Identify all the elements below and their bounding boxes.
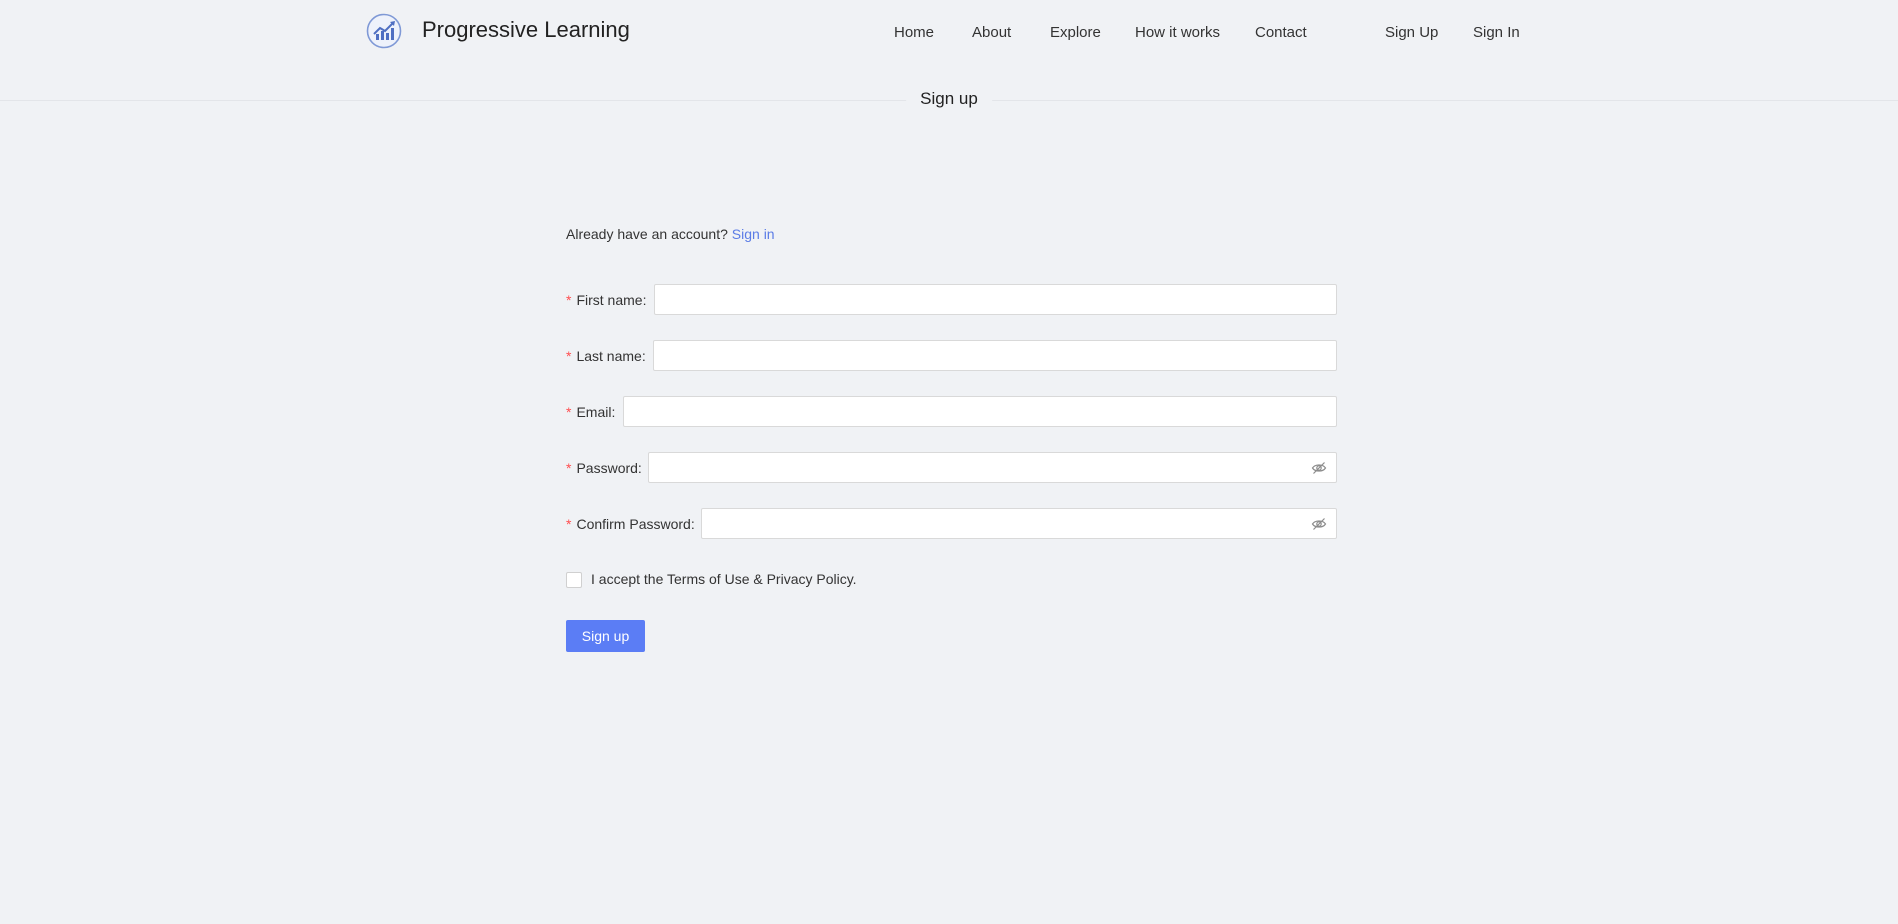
required-mark: * [566,292,572,308]
confirm-password-label-text: Confirm Password: [576,516,695,532]
terms-checkbox[interactable] [566,572,582,588]
first-name-input[interactable] [654,284,1337,315]
required-mark: * [566,516,572,532]
last-name-label: * Last name: [566,348,646,364]
email-label: * Email: [566,404,615,420]
first-name-label: * First name: [566,292,646,308]
last-name-row: * Last name: [566,340,1337,373]
brand-title: Progressive Learning [422,17,630,42]
eye-invisible-icon[interactable] [1311,460,1327,476]
last-name-label-text: Last name: [576,348,646,364]
nav-item-home[interactable]: Home [894,24,934,41]
already-have-account: Already have an account? Sign in [566,226,775,242]
confirm-password-row: * Confirm Password: [566,508,1337,541]
page-title: Sign up [906,89,992,109]
email-row: * Email: [566,396,1337,429]
nav-item-contact[interactable]: Contact [1255,24,1307,41]
eye-invisible-icon[interactable] [1311,516,1327,532]
first-name-row: * First name: [566,284,1337,317]
site-header: Progressive Learning Home About Explore … [0,0,1898,70]
nav-sign-up-link[interactable]: Sign Up [1385,24,1438,41]
nav-item-about[interactable]: About [972,24,1011,41]
required-mark: * [566,348,572,364]
first-name-label-text: First name: [576,292,647,308]
required-mark: * [566,460,572,476]
required-mark: * [566,404,572,420]
confirm-password-input[interactable] [701,508,1337,539]
terms-label[interactable]: I accept the Terms of Use & Privacy Poli… [591,571,857,587]
confirm-password-label: * Confirm Password: [566,516,695,532]
chart-growth-icon[interactable] [366,13,402,49]
email-label-text: Email: [576,404,616,420]
password-row: * Password: [566,452,1337,485]
nav-item-how-it-works[interactable]: How it works [1135,24,1220,41]
nav-item-explore[interactable]: Explore [1050,24,1101,41]
last-name-input[interactable] [653,340,1337,371]
email-input[interactable] [623,396,1337,427]
password-input[interactable] [648,452,1337,483]
password-label-text: Password: [576,460,642,476]
nav-sign-in-link[interactable]: Sign In [1473,24,1520,41]
sign-up-button[interactable]: Sign up [566,620,645,652]
password-label: * Password: [566,460,642,476]
already-text: Already have an account? [566,226,728,242]
sign-in-link[interactable]: Sign in [732,226,775,242]
